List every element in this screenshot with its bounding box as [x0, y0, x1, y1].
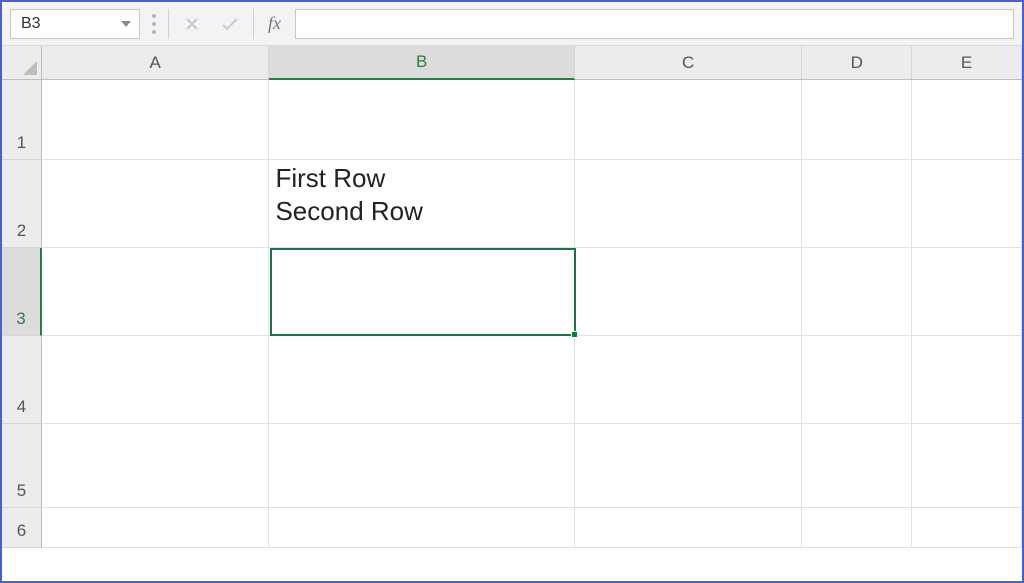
- row-5: 5: [2, 424, 1022, 508]
- row-6: 6: [2, 508, 1022, 548]
- divider: [168, 9, 169, 39]
- cell-A4[interactable]: [42, 336, 270, 424]
- formula-bar: B3 fx: [2, 2, 1022, 46]
- cell-C5[interactable]: [575, 424, 803, 508]
- col-head-E[interactable]: E: [912, 46, 1022, 79]
- name-box-value: B3: [21, 15, 41, 33]
- rows: 1 2 First Row Second Row 3 4: [2, 80, 1022, 548]
- cell-B3[interactable]: [269, 248, 574, 336]
- row-4: 4: [2, 336, 1022, 424]
- col-head-A[interactable]: A: [42, 46, 270, 79]
- cell-D3[interactable]: [802, 248, 912, 336]
- cell-A3[interactable]: [42, 248, 270, 336]
- cell-E4[interactable]: [912, 336, 1022, 424]
- formula-input[interactable]: [295, 9, 1014, 39]
- cell-A5[interactable]: [42, 424, 270, 508]
- cell-B6[interactable]: [269, 508, 574, 548]
- row-head-5[interactable]: 5: [2, 424, 42, 508]
- cell-D6[interactable]: [802, 508, 912, 548]
- cell-C4[interactable]: [575, 336, 803, 424]
- cell-E2[interactable]: [912, 160, 1022, 248]
- cell-B5[interactable]: [269, 424, 574, 508]
- row-head-3[interactable]: 3: [2, 248, 42, 336]
- row-head-2[interactable]: 2: [2, 160, 42, 248]
- row-head-4[interactable]: 4: [2, 336, 42, 424]
- cell-D1[interactable]: [802, 80, 912, 160]
- row-head-1[interactable]: 1: [2, 80, 42, 160]
- col-head-C[interactable]: C: [575, 46, 803, 79]
- fx-icon[interactable]: fx: [262, 13, 287, 34]
- cell-C1[interactable]: [575, 80, 803, 160]
- cell-A1[interactable]: [42, 80, 270, 160]
- cell-C2[interactable]: [575, 160, 803, 248]
- name-box[interactable]: B3: [10, 9, 140, 39]
- cancel-icon[interactable]: [177, 9, 207, 39]
- cell-A6[interactable]: [42, 508, 270, 548]
- cell-B2[interactable]: First Row Second Row: [269, 160, 574, 248]
- cell-E3[interactable]: [912, 248, 1022, 336]
- cell-E6[interactable]: [912, 508, 1022, 548]
- cell-C6[interactable]: [575, 508, 803, 548]
- cell-D4[interactable]: [802, 336, 912, 424]
- cell-B1[interactable]: [269, 80, 574, 160]
- spreadsheet-grid[interactable]: A B C D E 1 2 First Row Second Row 3: [2, 46, 1022, 548]
- cell-A2[interactable]: [42, 160, 270, 248]
- formula-bar-grip-icon: [148, 14, 160, 34]
- cell-E5[interactable]: [912, 424, 1022, 508]
- cell-C3[interactable]: [575, 248, 803, 336]
- row-1: 1: [2, 80, 1022, 160]
- select-all-corner[interactable]: [2, 46, 42, 80]
- cell-E1[interactable]: [912, 80, 1022, 160]
- row-head-6[interactable]: 6: [2, 508, 42, 548]
- row-3: 3: [2, 248, 1022, 336]
- col-head-B[interactable]: B: [269, 46, 574, 80]
- col-head-D[interactable]: D: [802, 46, 912, 79]
- enter-icon[interactable]: [215, 9, 245, 39]
- cell-D5[interactable]: [802, 424, 912, 508]
- chevron-down-icon[interactable]: [121, 21, 131, 27]
- column-headers: A B C D E: [2, 46, 1022, 80]
- cell-B4[interactable]: [269, 336, 574, 424]
- cell-D2[interactable]: [802, 160, 912, 248]
- divider: [253, 9, 254, 39]
- row-2: 2 First Row Second Row: [2, 160, 1022, 248]
